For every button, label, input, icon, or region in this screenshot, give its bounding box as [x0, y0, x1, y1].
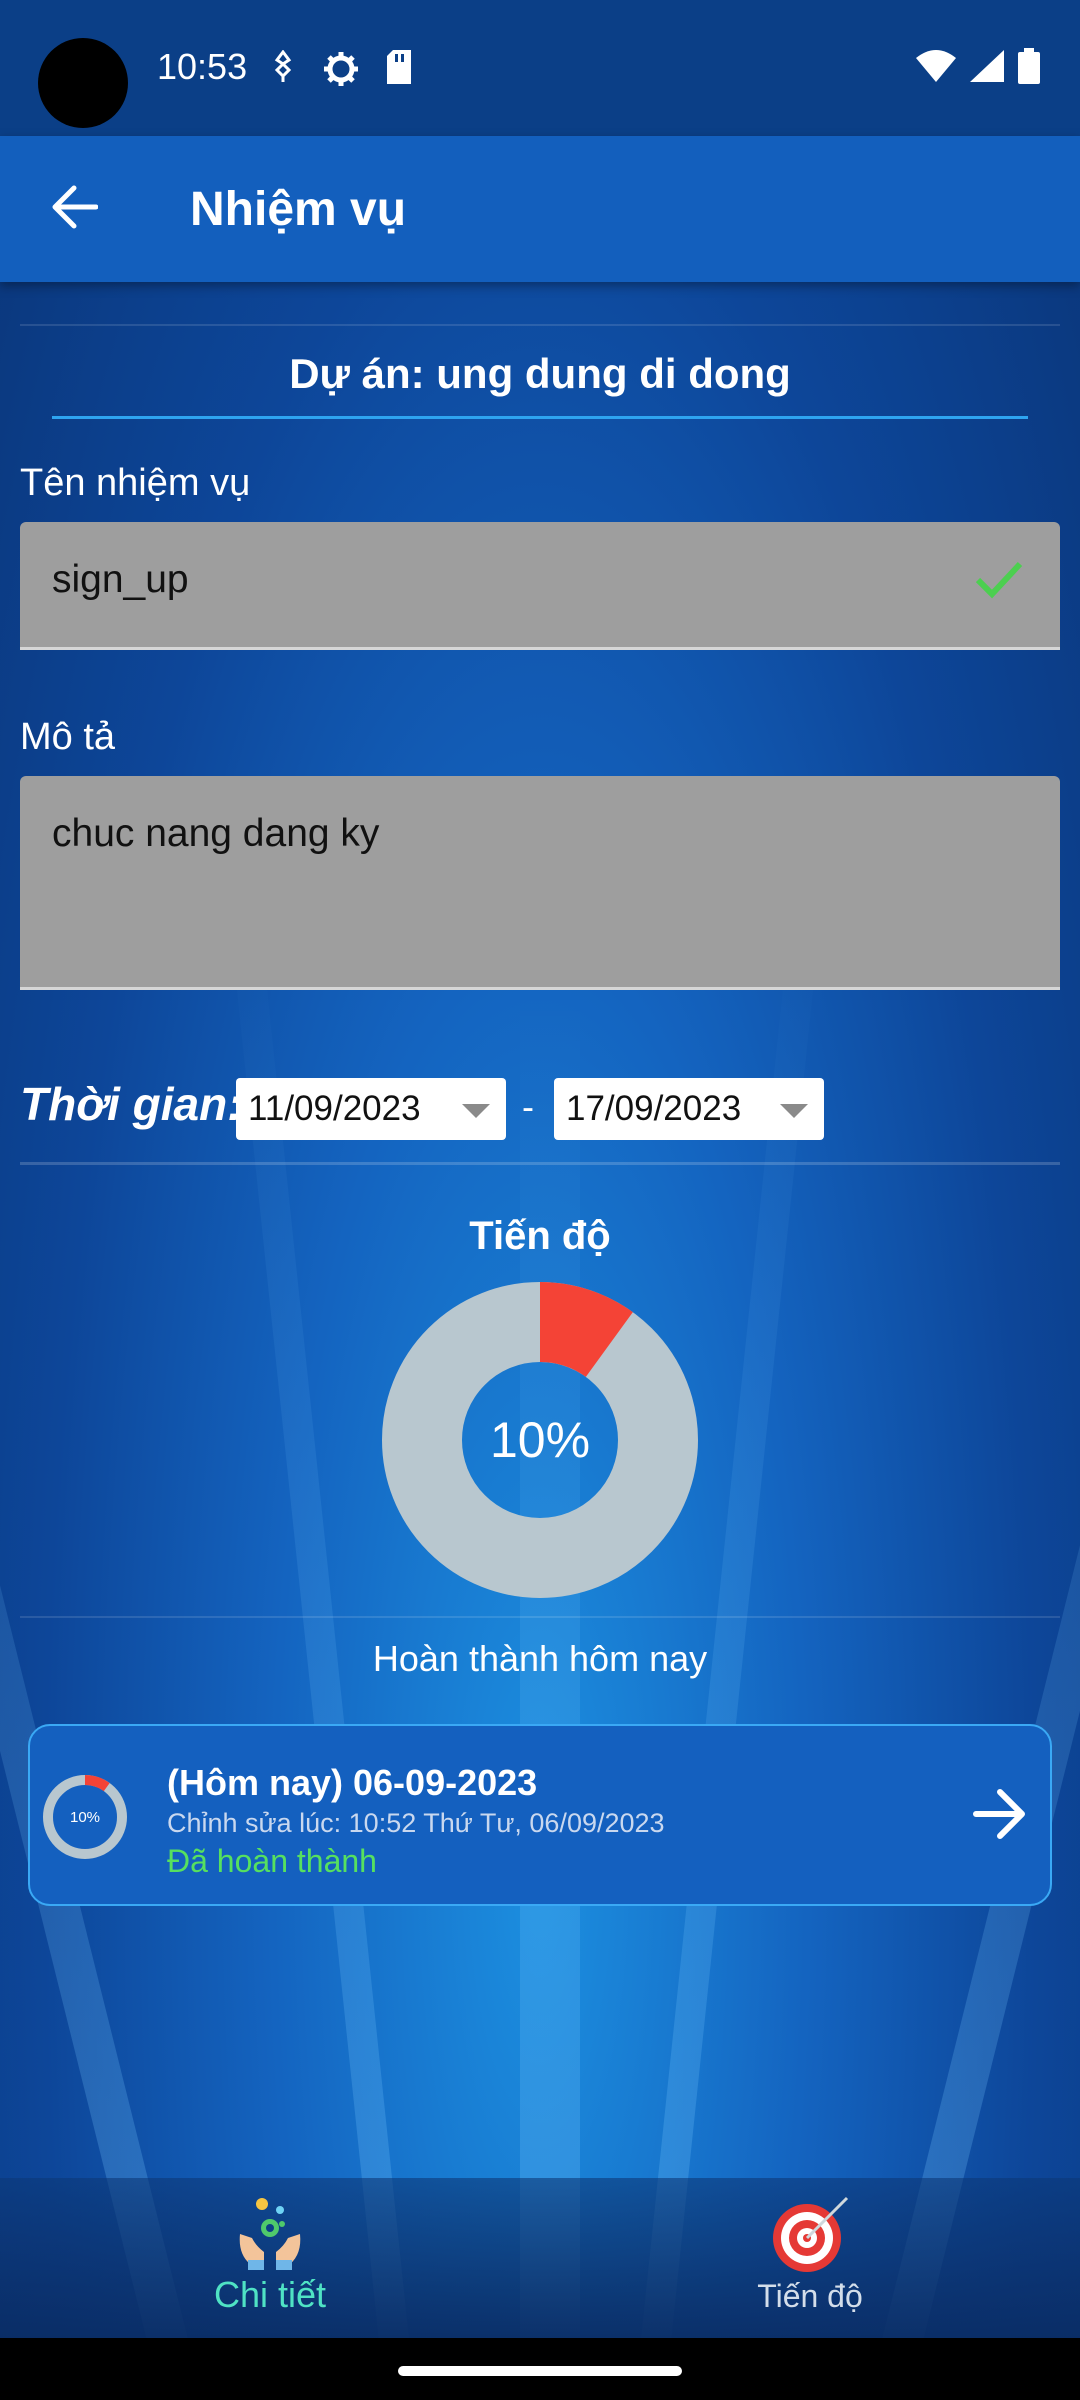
target-icon: [767, 2194, 853, 2279]
task-name-value: sign_up: [52, 558, 189, 601]
divider: [20, 324, 1060, 326]
today-complete-label: Hoàn thành hôm nay: [372, 1638, 708, 1679]
start-date-dropdown[interactable]: 11/09/2023: [236, 1078, 506, 1140]
camera-cutout: [38, 38, 128, 128]
description-label: Mô tả: [20, 716, 116, 758]
card-status: Đã hoàn thành: [167, 1843, 377, 1879]
signal-icon: [970, 50, 1004, 87]
end-date-value: 17/09/2023: [566, 1089, 742, 1128]
divider: [20, 1616, 1060, 1618]
end-date-dropdown[interactable]: 17/09/2023: [554, 1078, 824, 1140]
arrow-back-icon: [50, 185, 99, 234]
task-name-label: Tên nhiệm vụ: [20, 462, 251, 504]
task-name-field[interactable]: sign_up: [20, 522, 1060, 650]
date-separator: -: [522, 1086, 534, 1127]
nav-label-progress: Tiến độ: [757, 2278, 863, 2314]
start-date-value: 11/09/2023: [248, 1089, 421, 1128]
status-right-icons: [916, 48, 1040, 89]
back-button[interactable]: [36, 174, 112, 244]
card-edited-time: Chỉnh sửa lúc: 10:52 Thứ Tư, 06/09/2023: [167, 1808, 665, 1838]
sd-card-icon: [385, 50, 413, 90]
battery-icon: [1018, 48, 1040, 89]
mini-progress-percent: 10%: [69, 1808, 101, 1826]
dropdown-arrow-icon: [462, 1104, 490, 1118]
hands-gear-icon: [234, 2194, 306, 2275]
progress-title: Tiến độ: [469, 1214, 611, 1258]
description-field[interactable]: chuc nang dang ky: [20, 776, 1060, 990]
settings-icon: [322, 50, 360, 94]
progress-percent: 10%: [489, 1412, 591, 1468]
dropdown-arrow-icon: [780, 1104, 808, 1118]
nav-item-progress[interactable]: Tiến độ: [540, 2178, 1080, 2338]
arrow-forward-icon[interactable]: [972, 1788, 1028, 1845]
day-progress-card[interactable]: 10% (Hôm nay) 06-09-2023 Chỉnh sửa lúc: …: [28, 1724, 1052, 1906]
status-bar: 10:53: [0, 0, 1080, 136]
check-icon: [974, 558, 1024, 605]
nav-label-details: Chi tiết: [213, 2274, 327, 2315]
usb-debug-icon: [270, 49, 296, 90]
status-time: 10:53: [157, 46, 248, 87]
home-indicator[interactable]: [398, 2366, 682, 2376]
divider: [20, 1162, 1060, 1165]
app-bar: Nhiệm vụ: [0, 136, 1080, 282]
description-value: chuc nang dang ky: [52, 812, 380, 855]
page-title: Nhiệm vụ: [190, 183, 407, 236]
progress-donut-chart: 10%: [382, 1282, 698, 1598]
card-date: (Hôm nay) 06-09-2023: [167, 1762, 538, 1803]
project-title: Dự án: ung dung di dong: [289, 350, 791, 397]
time-label: Thời gian:: [20, 1078, 243, 1130]
project-underline: [52, 416, 1028, 419]
wifi-icon: [916, 50, 956, 87]
bottom-navigation: Chi tiết Tiến độ: [0, 2178, 1080, 2338]
nav-item-details[interactable]: Chi tiết: [0, 2178, 540, 2338]
